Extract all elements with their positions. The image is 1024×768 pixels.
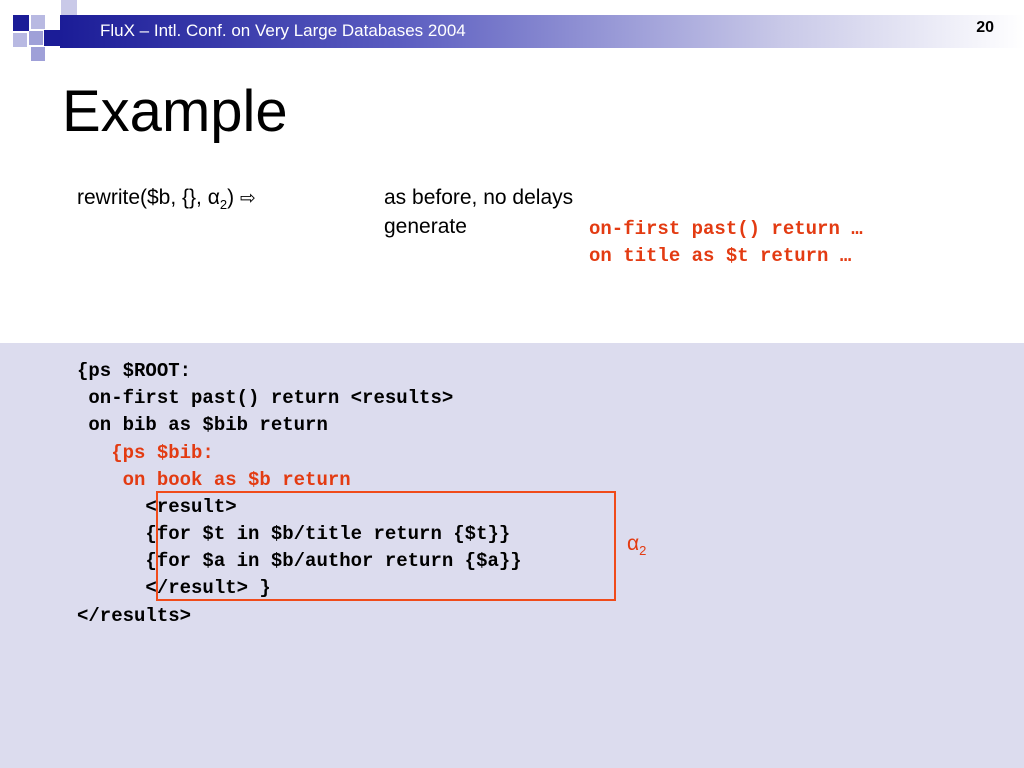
code-line-1: {ps $ROOT: xyxy=(77,360,192,382)
generated-code-2: on title as $t return … xyxy=(589,245,852,267)
logo-square-dark-1 xyxy=(13,15,29,31)
slide-title: Example xyxy=(62,79,288,144)
logo-square-light-4 xyxy=(31,47,45,61)
description-line-1: as before, no delays xyxy=(384,186,574,209)
logo-square-light-1 xyxy=(31,15,45,29)
arrow-icon: ⇨ xyxy=(239,187,256,209)
alpha-highlight-box xyxy=(156,491,616,601)
rewrite-close: ) xyxy=(227,186,235,209)
slide-number: 20 xyxy=(976,19,994,36)
logo-square-light-5 xyxy=(61,0,77,16)
rewrite-call: rewrite($b, {}, α2) ⇨ xyxy=(77,186,256,212)
code-line-5: on book as $b return xyxy=(77,469,351,491)
generated-code-1: on-first past() return … xyxy=(589,218,863,240)
code-line-2: on-first past() return <results> xyxy=(77,387,454,409)
logo-square-light-3 xyxy=(13,33,27,47)
description-line-2: generate xyxy=(384,215,467,238)
logo-square-light-2 xyxy=(29,31,43,45)
alpha-sub: 2 xyxy=(639,543,647,559)
alpha-symbol: α xyxy=(627,532,640,555)
header-title: FluX – Intl. Conf. on Very Large Databas… xyxy=(100,21,466,40)
rewrite-text: rewrite($b, {}, α xyxy=(77,186,220,209)
alpha-label: α2 xyxy=(627,532,646,558)
code-line-10: </results> xyxy=(77,605,192,627)
code-line-3: on bib as $bib return xyxy=(77,414,328,436)
logo-square-dark-2 xyxy=(44,30,60,46)
code-line-4: {ps $bib: xyxy=(77,442,214,464)
